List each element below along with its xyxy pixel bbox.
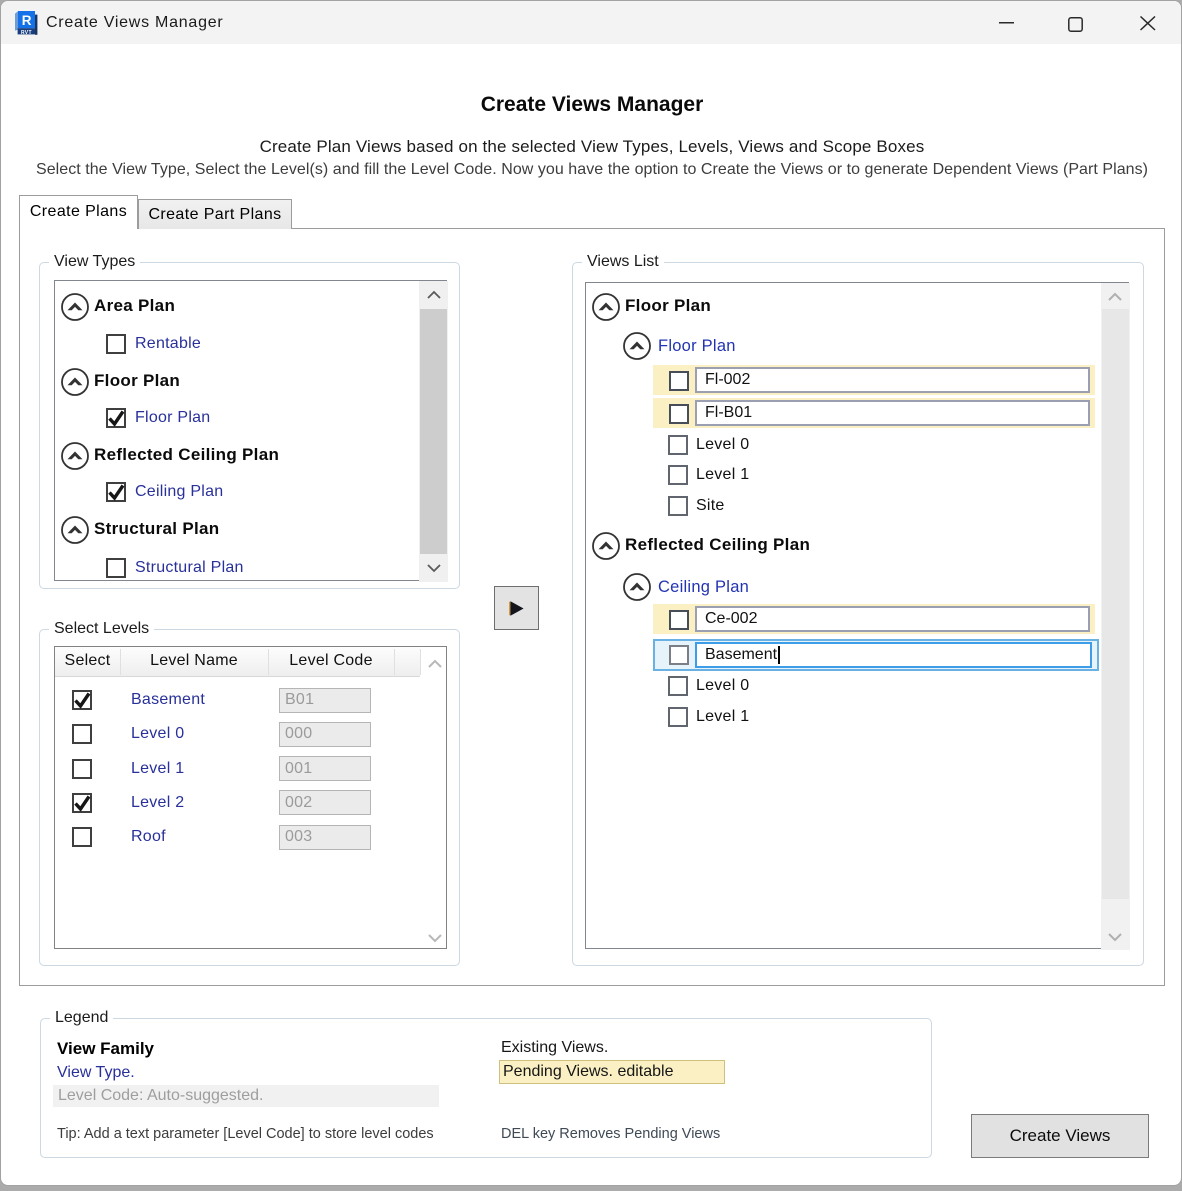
svg-text:R: R bbox=[21, 13, 31, 28]
svg-text:RVT: RVT bbox=[20, 30, 31, 35]
